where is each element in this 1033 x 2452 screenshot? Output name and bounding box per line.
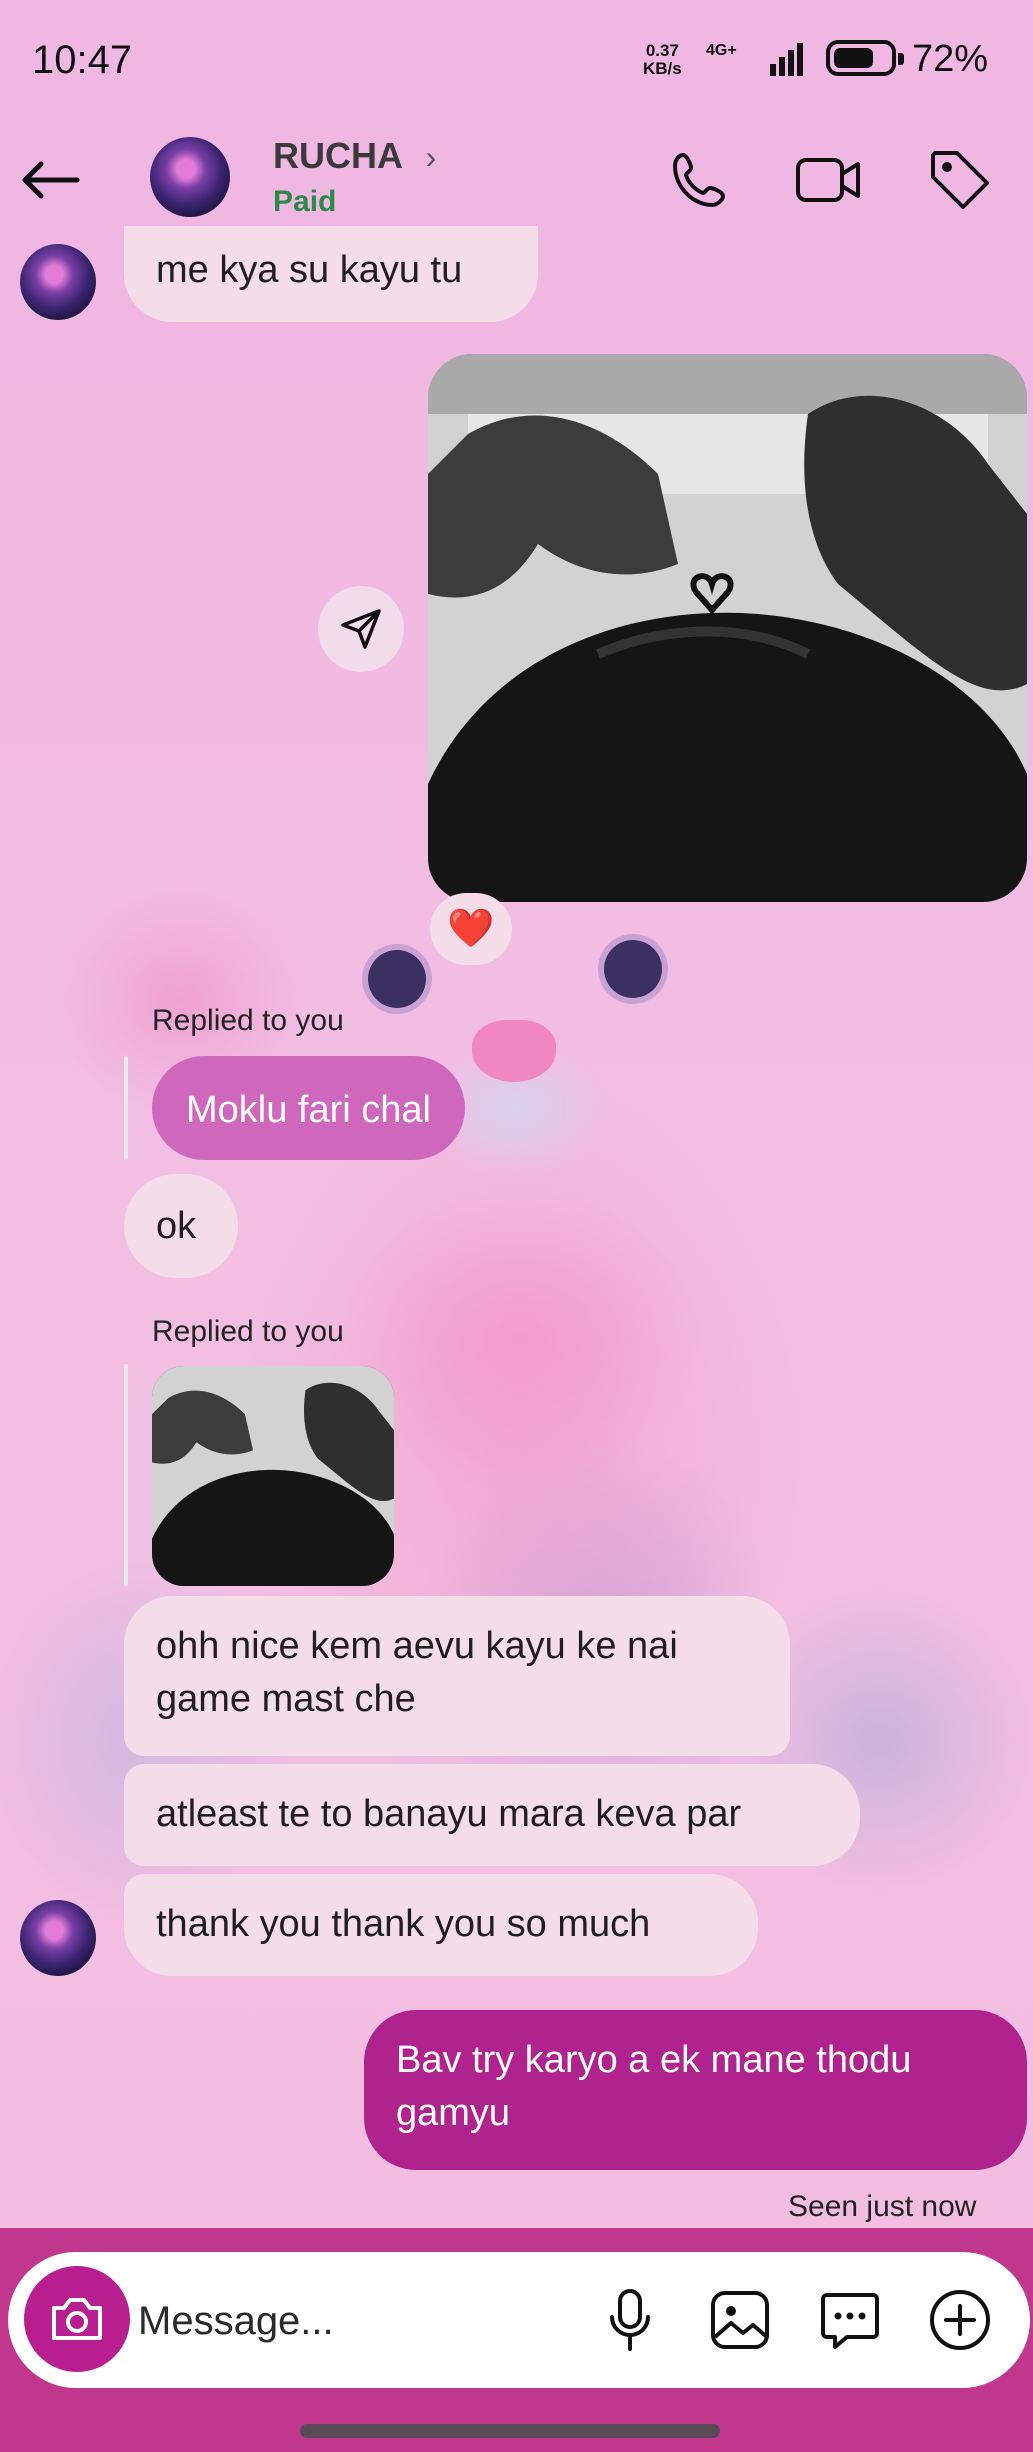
- phone-icon: [673, 153, 725, 207]
- home-indicator[interactable]: [300, 2424, 720, 2438]
- quoted-message[interactable]: Moklu fari chal: [152, 1056, 465, 1160]
- reply-indicator-line: [124, 1056, 128, 1160]
- message-bubble[interactable]: ok: [124, 1174, 238, 1278]
- contact-name-text: RUCHA: [273, 135, 402, 176]
- chevron-right-icon: ›: [425, 139, 437, 175]
- seen-status: Seen just now: [788, 2190, 977, 2223]
- back-button[interactable]: [10, 140, 90, 220]
- battery-tip: [898, 53, 904, 65]
- add-icon: [930, 2290, 990, 2350]
- share-button[interactable]: [318, 586, 404, 672]
- gallery-icon: [711, 2291, 769, 2349]
- message-bubble[interactable]: thank you thank you so much: [124, 1874, 758, 1976]
- tag-icon: [931, 151, 989, 209]
- contact-status: Paid: [273, 185, 337, 218]
- voice-message-button[interactable]: [590, 2280, 670, 2360]
- status-bar: 10:47 0.37 KB/s 4G+ 72%: [0, 0, 1033, 120]
- gallery-button[interactable]: [700, 2280, 780, 2360]
- battery-icon: [826, 40, 904, 76]
- my-message-bubble[interactable]: Bav try karyo a ek mane thodu gamyu: [364, 2010, 1027, 2170]
- network-speed-unit: KB/s: [643, 59, 682, 78]
- reply-label: Replied to you: [152, 1315, 344, 1348]
- wallpaper-bear-eye-left: [368, 950, 426, 1008]
- quoted-photo[interactable]: [152, 1366, 394, 1586]
- message-bubble[interactable]: atleast te to banayu mara keva par: [124, 1764, 860, 1866]
- message-bubble[interactable]: me kya su kayu tu: [124, 226, 538, 322]
- contact-name[interactable]: RUCHA ›: [273, 135, 436, 177]
- sender-avatar[interactable]: [20, 244, 96, 320]
- reply-label: Replied to you: [152, 1004, 344, 1037]
- wallpaper-bear-eye-right: [604, 940, 662, 998]
- reply-indicator-line: [124, 1364, 128, 1586]
- message-composer: [8, 2252, 1030, 2388]
- video-call-button[interactable]: [789, 140, 869, 220]
- network-speed-value: 0.37: [645, 41, 679, 60]
- tag-button[interactable]: [920, 140, 1000, 220]
- battery-percent: 72%: [912, 38, 989, 80]
- sent-photo[interactable]: [428, 354, 1027, 902]
- status-time: 10:47: [32, 38, 133, 82]
- camera-icon: [52, 2298, 102, 2340]
- voice-call-button[interactable]: [660, 140, 740, 220]
- message-input[interactable]: [136, 2282, 560, 2360]
- camera-button[interactable]: [24, 2266, 130, 2372]
- chat-screen: 10:47 0.37 KB/s 4G+ 72% RUCHA › Paid me …: [0, 0, 1033, 2452]
- add-button[interactable]: [920, 2280, 1000, 2360]
- network-type: 4G+: [706, 42, 737, 59]
- battery-fill: [834, 48, 873, 68]
- sender-avatar[interactable]: [20, 1900, 96, 1976]
- signal-icon: [770, 43, 803, 76]
- heart-reaction[interactable]: ❤️: [430, 893, 512, 965]
- wallpaper-bear-nose: [472, 1020, 556, 1082]
- back-arrow-icon: [22, 161, 80, 199]
- network-speed: 0.37 KB/s: [643, 42, 682, 78]
- sticker-button[interactable]: [810, 2280, 890, 2360]
- microphone-icon: [610, 2289, 650, 2351]
- photo-hair-clip: [428, 354, 1027, 902]
- message-bubble[interactable]: ohh nice kem aevu kayu ke nai game mast …: [124, 1596, 790, 1756]
- share-icon: [341, 609, 381, 649]
- contact-avatar[interactable]: [150, 137, 230, 217]
- photo-thumbnail: [152, 1366, 394, 1586]
- sticker-chat-icon: [821, 2293, 879, 2349]
- video-camera-icon: [796, 158, 860, 202]
